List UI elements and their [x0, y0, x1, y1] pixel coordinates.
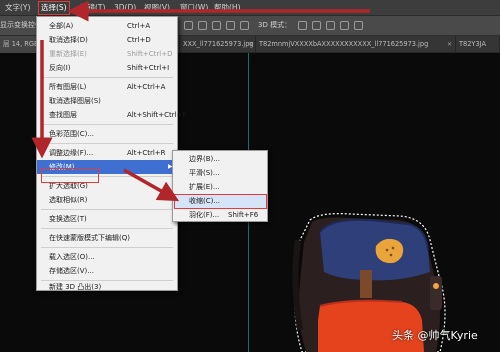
menu-item-new-3d-extrusion[interactable]: 新建 3D 凸出(3): [37, 280, 177, 294]
menu-item-label: 载入选区(O)...: [49, 253, 95, 261]
menu-item-label: 查找图层: [49, 111, 77, 119]
menu-item-label: 存储选区(V)...: [49, 267, 94, 275]
3d-rotate-icon[interactable]: [298, 21, 307, 30]
menu-item-shortcut: Ctrl+D: [127, 36, 151, 44]
document-tab[interactable]: T82Y3JA: [456, 36, 500, 53]
menu-item-label: 色彩范围(C)...: [49, 130, 95, 138]
menu-select[interactable]: 选择(S): [38, 1, 70, 15]
menu-item-save-selection[interactable]: 存储选区(V)...: [37, 264, 177, 278]
menu-item-label: 所有图层(L): [49, 83, 87, 91]
align-left-icon[interactable]: [184, 21, 193, 30]
menu-item-label: 在快速蒙版模式下编辑(Q): [49, 234, 130, 242]
menu-window[interactable]: 窗口(W): [178, 0, 210, 16]
submenu-item-expand[interactable]: 扩展(E)...: [173, 180, 267, 194]
menu-item-find-layers[interactable]: 查找图层 Alt+Shift+Ctrl+F: [37, 108, 186, 122]
distribute-vertical-icon[interactable]: [240, 21, 249, 30]
menu-help[interactable]: 帮助(H): [212, 0, 243, 16]
submenu-item-border[interactable]: 边界(B)...: [173, 152, 267, 166]
menu-item-reselect: 重新选择(E) Shift+Ctrl+D: [37, 47, 177, 61]
submenu-item-feather[interactable]: 羽化(F)... Shift+F6: [173, 208, 267, 222]
menu-view[interactable]: 视图(V): [142, 0, 172, 16]
menu-item-similar[interactable]: 选取相似(R): [37, 193, 177, 207]
menu-item-label: 羽化(F)...: [189, 211, 220, 219]
menu-item-all-layers[interactable]: 所有图层(L) Alt+Ctrl+A: [37, 80, 177, 94]
distribute-icon[interactable]: [226, 21, 235, 30]
menu-item-label: 边界(B)...: [189, 155, 220, 163]
menu-item-label: 重新选择(E): [49, 50, 87, 58]
menu-item-label: 选取相似(R): [49, 196, 88, 204]
close-icon[interactable]: ✕: [248, 36, 253, 53]
menu-item-label: 调整边缘(F)...: [49, 149, 94, 157]
menu-item-label: 平滑(S)...: [189, 169, 220, 177]
menu-item-label: 取消选择(D): [49, 36, 88, 44]
watermark: 头条 @帅气Kyrie: [392, 329, 478, 342]
menu-item-label: 新建 3D 凸出(3): [49, 283, 102, 291]
menu-separator: [41, 124, 173, 125]
menu-item-transform-selection[interactable]: 变换选区(T): [37, 212, 177, 226]
menu-filter[interactable]: 滤镜(T): [78, 0, 107, 16]
menu-separator: [41, 228, 173, 229]
align-right-icon[interactable]: [212, 21, 221, 30]
document-tab[interactable]: XXX_ll771625973.jpg ✕: [180, 36, 256, 53]
menu-item-label: 变换选区(T): [49, 215, 87, 223]
menu-3d[interactable]: 3D(D): [112, 0, 138, 16]
menu-text[interactable]: 文字(Y): [3, 0, 32, 16]
menu-item-label: 全部(A): [49, 22, 74, 30]
menu-separator: [41, 77, 173, 78]
tab-label: T82mnmjVXXXXbAXXXXXXXXXXX_ll771625973.jp…: [259, 40, 429, 48]
submenu-item-smooth[interactable]: 平滑(S)...: [173, 166, 267, 180]
3d-roll-icon[interactable]: [312, 21, 321, 30]
menu-separator: [41, 247, 173, 248]
3d-mode-label: 3D 模式：: [258, 21, 292, 29]
modify-submenu: 边界(B)... 平滑(S)... 扩展(E)... 收缩(C)... 羽化(F…: [172, 150, 268, 222]
menu-item-shortcut: Shift+F6: [228, 211, 259, 219]
3d-pan-icon[interactable]: [326, 21, 335, 30]
menu-item-select-all[interactable]: 全部(A) Ctrl+A: [37, 19, 177, 33]
menu-item-quick-mask[interactable]: 在快速蒙版模式下编辑(Q): [37, 231, 177, 245]
menu-item-color-range[interactable]: 色彩范围(C)...: [37, 127, 177, 141]
3d-slide-icon[interactable]: [340, 21, 349, 30]
menu-item-load-selection[interactable]: 载入选区(O)...: [37, 250, 177, 264]
menu-item-label: 反向(I): [49, 64, 71, 72]
menu-item-shortcut: Alt+Ctrl+R: [127, 149, 166, 157]
close-icon[interactable]: ✕: [447, 36, 452, 53]
menu-separator: [41, 209, 173, 210]
menu-item-shortcut: Shift+Ctrl+I: [127, 64, 170, 72]
document-tab[interactable]: T82mnmjVXXXXbAXXXXXXXXXXX_ll771625973.jp…: [256, 36, 456, 53]
tab-label: XXX_ll771625973.jpg: [183, 40, 254, 48]
contract-highlight-box: [174, 194, 267, 209]
menu-item-refine-edge[interactable]: 调整边缘(F)... Alt+Ctrl+R: [37, 146, 177, 160]
menu-item-label: 扩展(E)...: [189, 183, 220, 191]
menu-item-label: 取消选择图层(S): [49, 97, 101, 105]
menu-item-shortcut: Shift+Ctrl+D: [127, 50, 173, 58]
menu-item-shortcut: Alt+Shift+Ctrl+F: [127, 111, 187, 119]
menu-item-inverse[interactable]: 反向(I) Shift+Ctrl+I: [37, 61, 177, 75]
select-menu: 全部(A) Ctrl+A 取消选择(D) Ctrl+D 重新选择(E) Shift+C…: [36, 16, 186, 294]
menu-item-deselect[interactable]: 取消选择(D) Ctrl+D: [37, 33, 177, 47]
menu-item-deselect-layers[interactable]: 取消选择图层(S): [37, 94, 177, 108]
menu-separator: [41, 143, 173, 144]
menu-item-shortcut: Alt+Ctrl+A: [127, 83, 166, 91]
modify-highlight-box: [41, 168, 99, 183]
align-center-icon[interactable]: [198, 21, 207, 30]
tab-label: T82Y3JA: [459, 40, 486, 48]
3d-scale-icon[interactable]: [354, 21, 363, 30]
menu-bar: 文字(Y) 选择(S) 滤镜(T) 3D(D) 视图(V) 窗口(W) 帮助(H…: [0, 0, 500, 16]
menu-item-shortcut: Ctrl+A: [127, 22, 151, 30]
